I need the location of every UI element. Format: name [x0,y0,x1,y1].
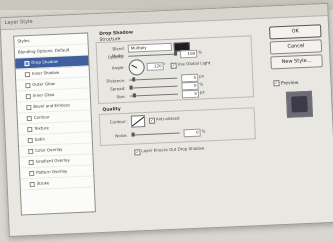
style-checkbox[interactable] [26,104,32,110]
opacity-label: Opacity: [107,53,125,60]
noise-row: Noise: [105,132,130,140]
spread-row: Spread: [103,85,128,93]
noise-slider-knob[interactable] [131,132,135,137]
preview-checkbox[interactable]: ✓ [273,80,280,87]
size-label: Size: [116,93,127,100]
style-checkbox[interactable] [26,115,32,121]
cancel-button[interactable]: Cancel [269,39,323,55]
contour-row: Contour: [105,118,130,126]
style-checkbox[interactable] [27,126,33,132]
new-style-button[interactable]: New Style... [270,54,323,70]
blend-mode-row: Blend Mode: [102,45,127,59]
distance-unit: px [199,73,205,79]
ok-button[interactable]: OK [269,24,322,40]
preview-thumbnail [285,90,313,118]
noise-unit: % [201,128,206,134]
sidebar-item-label: Contour [33,114,50,120]
layer-style-dialog: Layer Style Styles Blending Options: Defa… [0,2,333,238]
style-checkbox[interactable] [29,181,35,187]
angle-label: Angle: [111,64,125,71]
sidebar-item-label: Outer Glow [32,80,55,87]
spread-label: Spread: [110,85,126,92]
sidebar-item-label: Satin [34,136,46,142]
spread-unit: % [199,81,204,87]
quality-title: Quality [102,107,121,113]
size-row: Size: [104,93,129,101]
style-checkbox[interactable] [24,60,30,66]
sidebar-item-label: Inner Glow [32,91,55,98]
opacity-unit: % [197,49,202,55]
angle-unit: ° [163,62,166,68]
knockout-checkbox[interactable]: ✓ [134,149,141,156]
preview-label: Preview [280,80,299,87]
antialiased-checkbox[interactable]: ✓ [148,117,156,124]
size-unit: px [199,89,205,95]
opacity-row: Opacity: [102,53,127,61]
contour-picker[interactable] [130,115,146,128]
distance-row: Distance: [103,77,128,85]
sidebar-item-label: Color Overlay [35,146,63,153]
sidebar-item-label: Gradient Overlay [35,157,70,164]
sidebar-item-label: Drop Shadow [31,58,59,65]
style-checkbox[interactable] [25,93,31,99]
size-slider-knob[interactable] [132,93,136,98]
style-checkbox[interactable] [24,71,30,77]
sidebar-item[interactable]: Stroke [20,176,94,191]
sidebar-item-label: Texture [34,125,49,131]
preview-swatch [291,95,308,113]
styles-list: Styles Blending Options: Default Drop Shad… [13,32,96,216]
sidebar-item-label: Styles [17,37,30,44]
distance-label: Distance: [106,77,126,84]
section-title: Drop Shadow [99,30,134,37]
angle-field[interactable]: 120 [146,62,164,71]
global-light-checkbox[interactable]: ✓ [170,62,177,69]
sidebar-item-label: Bevel and Emboss [33,102,71,109]
style-checkbox[interactable] [28,148,34,154]
noise-label: Noise: [115,132,128,139]
spread-slider-knob[interactable] [129,85,133,90]
opacity-field[interactable]: 100 [179,49,198,59]
opacity-slider-knob[interactable] [174,51,178,56]
preview-option[interactable]: ✓ Preview [273,79,299,87]
drop-shadow-panel: Drop Shadow Structure Blend Mode: Multip… [93,25,259,210]
sidebar-item-label: Pattern Overlay [36,168,68,175]
size-field[interactable]: 5 [181,89,200,99]
sidebar-item-label: Inner Shadow [31,69,60,76]
contour-label: Contour: [109,118,128,125]
distance-slider-knob[interactable] [132,77,136,82]
noise-field[interactable]: 0 [183,128,201,138]
angle-row: Angle: [103,64,128,72]
style-checkbox[interactable] [28,159,34,165]
sidebar-item-label: Stroke [36,180,50,186]
knockout-label: Layer Knocks Out Drop Shadow [141,145,205,154]
sidebar-item-label: Blending Options: Default [17,47,70,55]
style-checkbox[interactable] [25,82,31,88]
quality-group [98,107,256,147]
style-checkbox[interactable] [27,137,33,143]
antialiased-label: Anti-aliased [155,115,180,122]
style-checkbox[interactable] [29,170,35,176]
